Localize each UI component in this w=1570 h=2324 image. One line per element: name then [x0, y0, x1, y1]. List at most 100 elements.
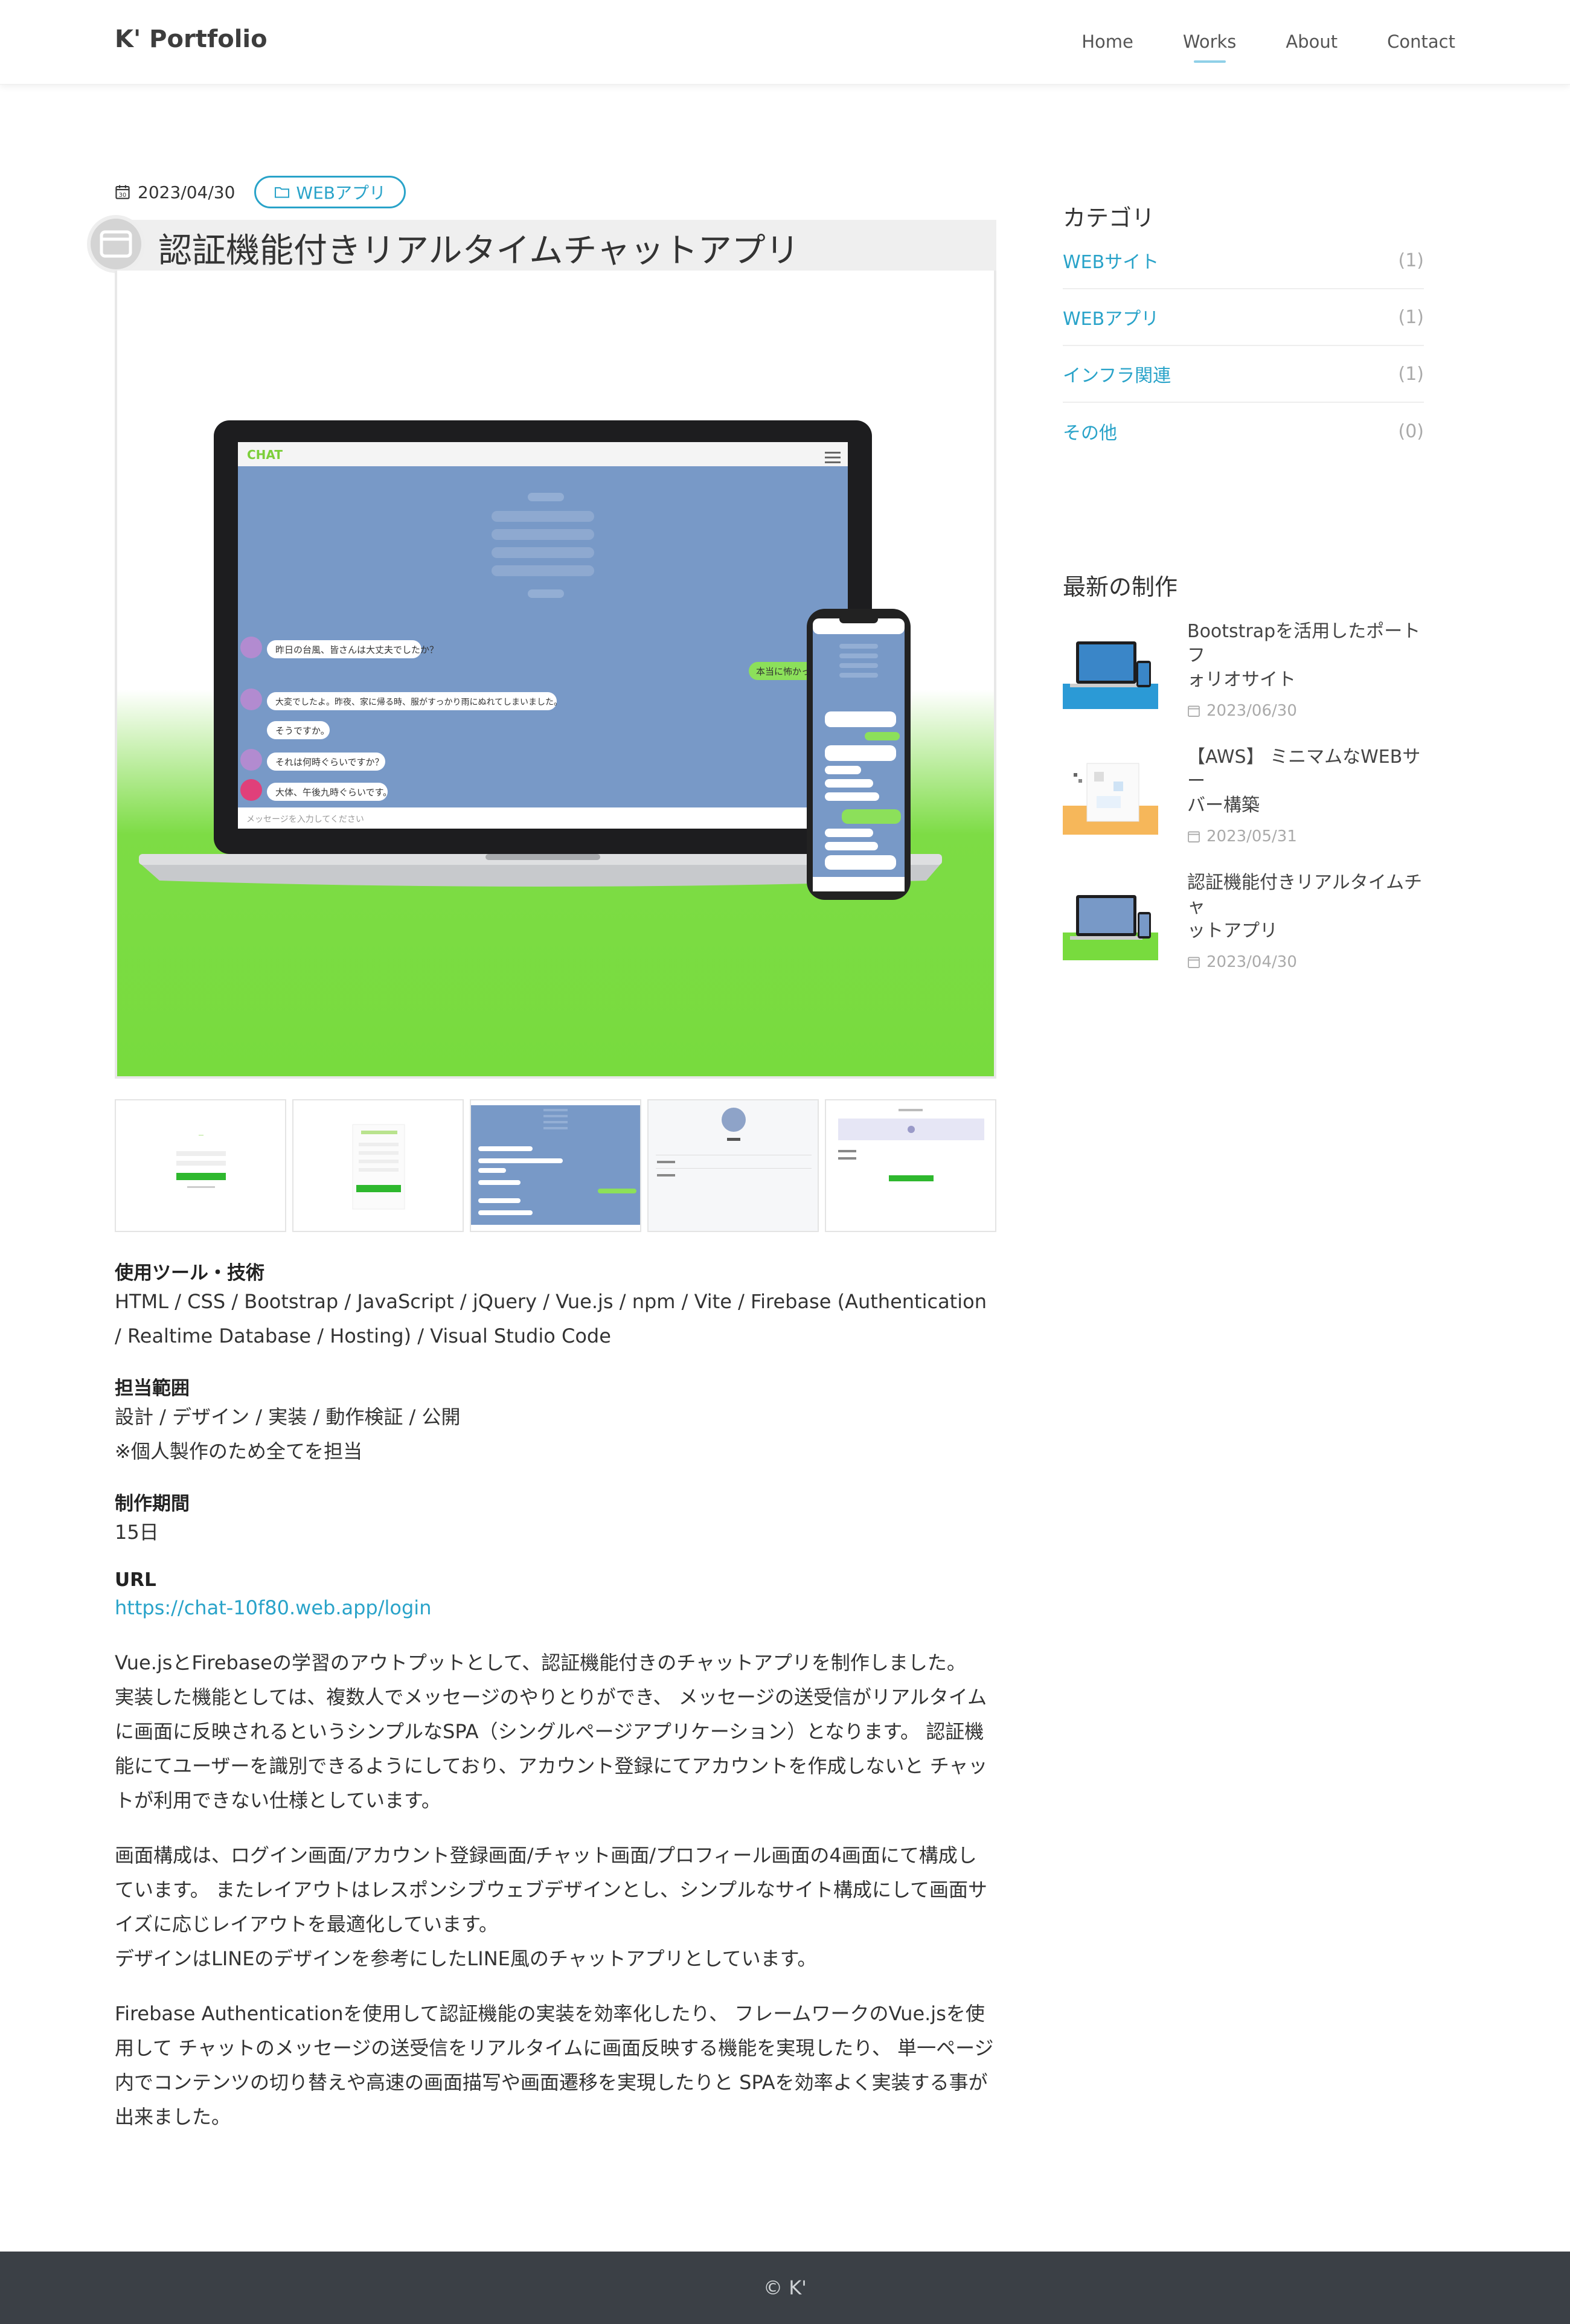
mock-app-name: CHAT — [247, 448, 283, 462]
para2-line: ています。 またレイアウトはレスポンシブウェブデザインとし、シンプルなサイト構成… — [115, 1878, 988, 1901]
hamburger-icon — [825, 452, 841, 463]
recent-work-date: 2023/04/30 — [1187, 953, 1424, 971]
category-name: その他 — [1063, 423, 1117, 444]
para2-line: 画面構成は、ログイン画面/アカウント登録画面/チャット画面/プロフィール画面の4… — [115, 1844, 977, 1867]
browser-window-icon — [87, 215, 145, 273]
category-item-other[interactable]: その他 (0) — [1063, 403, 1424, 460]
page-title: 認証機能付きリアルタイムチャットアプリ — [158, 231, 799, 271]
thumbnail-edit-profile[interactable] — [825, 1099, 996, 1232]
svg-text:—: — — [199, 1132, 204, 1138]
calendar-icon — [1188, 831, 1200, 843]
mock-message-4: それは何時ぐらいですか？ — [275, 757, 384, 768]
nav-contact[interactable]: Contact — [1387, 31, 1455, 52]
recent-work-date-text: 2023/05/31 — [1206, 827, 1297, 846]
calendar-icon — [1188, 705, 1200, 717]
sidebar: カテゴリ WEBサイト (1) WEBアプリ (1) インフラ関連 (1) その… — [1063, 199, 1424, 978]
nav-about[interactable]: About — [1286, 31, 1338, 52]
category-name: WEBサイト — [1063, 252, 1159, 273]
category-name: WEBアプリ — [1063, 309, 1159, 330]
mock-message-5: 大体、午後九時ぐらいです。 — [275, 787, 392, 798]
tools-line-1: HTML / CSS / Bootstrap / JavaScript / jQ… — [115, 1290, 987, 1313]
category-count: (0) — [1398, 420, 1424, 442]
para1-line: 能にてユーザーを識別できるようにしており、アカウント登録にてアカウントを作成しな… — [115, 1754, 988, 1777]
scope-line-1: 設計 / デザイン / 実装 / 動作検証 / 公開 — [115, 1405, 461, 1428]
post-title-bar: 認証機能付きリアルタイムチャットアプリ — [87, 215, 996, 273]
category-count: (1) — [1398, 249, 1424, 271]
para1-line: に画面に反映されるというシンプルなSPA（シングルページアプリケーション）となり… — [115, 1720, 984, 1743]
para3-line: 出来ました。 — [115, 2105, 231, 2128]
recent-work-title: 認証機能付きリアルタイムチャ — [1187, 872, 1423, 917]
recent-work-thumbnail[interactable] — [1063, 757, 1158, 835]
post-meta: 30 2023/04/30 WEBアプリ — [115, 175, 996, 209]
recent-work-item[interactable]: Bootstrapを活用したポートフ ォリオサイト 2023/06/30 — [1063, 620, 1424, 727]
mock-input-placeholder: メッセージを入力してください — [246, 815, 364, 824]
tools-label: 使用ツール・技術 — [115, 1262, 264, 1284]
scope-label: 担当範囲 — [115, 1378, 190, 1399]
para1-line: トが利用できない仕様としています。 — [115, 1789, 441, 1812]
thumbnail-login[interactable]: — — [115, 1099, 286, 1232]
para1-line: Vue.jsとFirebaseの学習のアウトプットとして、認証機能付きのチャット… — [115, 1651, 966, 1674]
category-badge-label: WEBアプリ — [296, 183, 386, 203]
hero-image[interactable]: CHAT 昨日の台風、皆さんは大丈夫でしたか？ 大変でしたよ。昨夜、家に帰る時、… — [115, 271, 996, 1079]
category-name: インフラ関連 — [1063, 365, 1171, 387]
recent-work-title: Bootstrapを活用したポートフ — [1187, 621, 1421, 666]
recent-work-item[interactable]: 認証機能付きリアルタイムチャ ットアプリ 2023/04/30 — [1063, 871, 1424, 978]
category-item-website[interactable]: WEBサイト (1) — [1063, 233, 1424, 289]
thumbnail-register[interactable] — [292, 1099, 464, 1232]
category-count: (1) — [1398, 363, 1424, 385]
mock-message-3: そうですか。 — [275, 725, 330, 736]
period-label: 制作期間 — [115, 1493, 190, 1515]
recent-work-date-text: 2023/06/30 — [1206, 702, 1297, 720]
tools-line-2: / Realtime Database / Hosting) / Visual … — [115, 1324, 611, 1347]
site-footer: © K' — [0, 2252, 1570, 2324]
post-date: 30 2023/04/30 — [115, 182, 235, 202]
mock-message-1: 昨日の台風、皆さんは大丈夫でしたか？ — [275, 644, 438, 655]
post-main: 30 2023/04/30 WEBアプリ 認証機能付きリアルタイムチャットアプリ… — [87, 175, 996, 2134]
para3-line: Firebase Authenticationを使用して認証機能の実装を効率化し… — [115, 2002, 985, 2025]
site-header: K' Portfolio Home Works About Contact — [0, 0, 1570, 85]
category-item-infra[interactable]: インフラ関連 (1) — [1063, 346, 1424, 403]
site-logo[interactable]: K' Portfolio — [115, 25, 268, 53]
recent-work-date-text: 2023/04/30 — [1206, 953, 1297, 971]
calendar-icon — [1188, 957, 1200, 968]
recent-work-thumbnail[interactable] — [1063, 883, 1158, 960]
calendar-icon: 30 — [115, 185, 130, 199]
recent-works-heading: 最新の制作 — [1063, 574, 1178, 600]
thumbnail-chat[interactable] — [470, 1099, 641, 1232]
project-url-link[interactable]: https://chat-10f80.web.app/login — [115, 1591, 996, 1625]
thumbnail-strip: — — [115, 1099, 996, 1232]
mock-message-2: 大変でしたよ。昨夜、家に帰る時、服がすっかり雨にぬれてしまいました。 — [275, 697, 562, 707]
recent-work-title: 【AWS】 ミニマムなWEBサー — [1187, 746, 1421, 792]
category-item-webapp[interactable]: WEBアプリ (1) — [1063, 289, 1424, 346]
description-paragraph-1: Vue.jsとFirebaseの学習のアウトプットとして、認証機能付きのチャット… — [115, 1646, 996, 1818]
main-nav: Home Works About Contact — [1081, 31, 1455, 63]
para3-line: 用して チャットのメッセージの送受信をリアルタイムに画面反映する機能を実現したり… — [115, 2037, 994, 2059]
period-value: 15日 — [115, 1521, 159, 1544]
svg-text:30: 30 — [119, 192, 126, 199]
recent-work-title: バー構築 — [1187, 795, 1260, 816]
description-paragraph-3: Firebase Authenticationを使用して認証機能の実装を効率化し… — [115, 1997, 996, 2134]
post-date-text: 2023/04/30 — [138, 182, 236, 202]
category-badge[interactable]: WEBアプリ — [254, 176, 406, 208]
para2-line: イズに応じレイアウトを最適化しています。 — [115, 1913, 498, 1936]
para2-line: デザインはLINEのデザインを参考にしたLINE風のチャットアプリとしています。 — [115, 1947, 817, 1970]
category-count: (1) — [1398, 306, 1424, 328]
thumbnail-profile[interactable] — [647, 1099, 819, 1232]
hero-mockup: CHAT 昨日の台風、皆さんは大丈夫でしたか？ 大変でしたよ。昨夜、家に帰る時、… — [139, 420, 942, 900]
scope-line-2: ※個人製作のため全てを担当 — [115, 1440, 363, 1463]
recent-work-date: 2023/05/31 — [1187, 827, 1424, 846]
recent-work-title: ォリオサイト — [1187, 669, 1296, 690]
url-label: URL — [115, 1569, 156, 1591]
category-heading: カテゴリ — [1063, 205, 1155, 231]
recent-work-item[interactable]: 【AWS】 ミニマムなWEBサー バー構築 2023/05/31 — [1063, 745, 1424, 853]
description-paragraph-2: 画面構成は、ログイン画面/アカウント登録画面/チャット画面/プロフィール画面の4… — [115, 1838, 996, 1976]
recent-work-thumbnail[interactable] — [1063, 632, 1158, 709]
recent-work-date: 2023/06/30 — [1187, 702, 1424, 720]
para3-line: 内でコンテンツの切り替えや高速の画面描写や画面遷移を実現したりと SPAを効率よ… — [115, 2071, 988, 2094]
nav-works[interactable]: Works — [1183, 31, 1236, 63]
copyright: © K' — [763, 2276, 807, 2299]
recent-work-title: ットアプリ — [1187, 920, 1278, 942]
folder-icon — [275, 187, 290, 198]
nav-home[interactable]: Home — [1081, 31, 1133, 52]
para1-line: 実装した機能としては、複数人でメッセージのやりとりができ、 メッセージの送受信が… — [115, 1686, 987, 1709]
